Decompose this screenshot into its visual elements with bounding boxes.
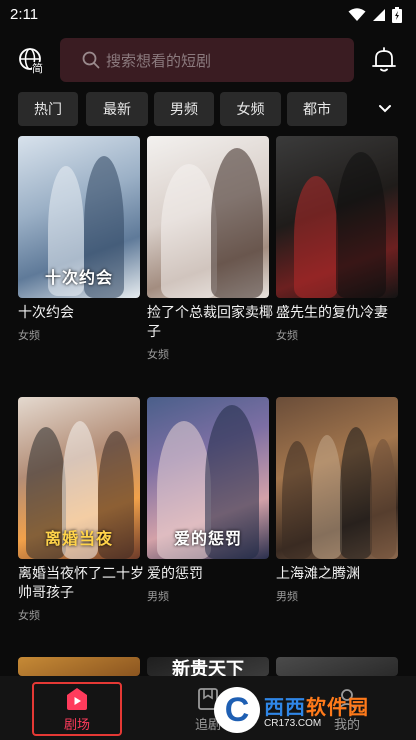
drama-card[interactable] [18, 657, 140, 676]
drama-poster[interactable] [18, 657, 140, 676]
drama-card[interactable]: 十次约会 十次约会 女频 [18, 136, 140, 343]
drama-poster[interactable] [276, 397, 398, 559]
search-icon [82, 51, 100, 69]
drama-poster[interactable]: 离婚当夜 [18, 397, 140, 559]
tab-hot[interactable]: 热门 [18, 92, 78, 126]
drama-card[interactable]: 盛先生的复仇冷妻 女频 [276, 136, 398, 343]
watermark-brand: 西西软件园 [264, 697, 369, 719]
tab-female[interactable]: 女频 [220, 92, 281, 126]
poster-title [276, 232, 398, 298]
drama-card[interactable]: 离婚当夜 离婚当夜怀了二十岁帅哥孩子 女频 [18, 397, 144, 623]
poster-title: 十次约会 [44, 270, 113, 287]
drama-title: 上海滩之腾渊 [276, 565, 360, 581]
drama-card[interactable]: 新贵天下 [147, 657, 269, 676]
wifi-icon [348, 8, 366, 22]
drama-card[interactable]: 上海滩之腾渊 男频 [276, 397, 398, 604]
search-bar[interactable] [60, 38, 354, 84]
drama-poster[interactable]: 十次约会 [18, 136, 140, 298]
bell-icon [372, 47, 396, 72]
poster-title: 爱的惩罚 [173, 531, 242, 548]
drama-poster[interactable] [276, 136, 398, 298]
poster-title [276, 657, 398, 676]
drama-title: 离婚当夜怀了二十岁帅哥孩子 [18, 565, 144, 600]
drama-poster[interactable]: 新贵天下 [147, 657, 269, 676]
top-header: 简 [0, 34, 416, 86]
search-input[interactable] [104, 38, 348, 84]
battery-icon [392, 7, 402, 23]
drama-title: 盛先生的复仇冷妻 [276, 304, 388, 320]
status-bar: 2:11 [0, 0, 416, 30]
drama-title: 爱的惩罚 [147, 565, 203, 581]
notification-button[interactable] [370, 46, 398, 74]
watermark-logo: C 西西软件园 CR173.COM [214, 684, 414, 736]
tab-urban[interactable]: 都市 [287, 92, 347, 126]
tabs-expand-button[interactable] [354, 92, 416, 126]
poster-title: 离婚当夜 [44, 531, 113, 548]
poster-title: 新贵天下 [172, 659, 244, 676]
drama-genre: 女频 [18, 610, 40, 622]
drama-card[interactable]: 捡了个总裁回家卖椰子 女频 [147, 136, 273, 362]
drama-poster[interactable] [276, 657, 398, 676]
language-button[interactable]: 简 [18, 47, 46, 75]
drama-genre: 女频 [276, 330, 298, 342]
drama-genre: 男频 [147, 591, 169, 603]
drama-title: 十次约会 [18, 304, 74, 320]
poster-title [147, 232, 269, 298]
drama-card[interactable]: 爱的惩罚 爱的惩罚 男频 [147, 397, 269, 604]
category-tabs: 热门 最新 男频 女频 都市 [0, 92, 416, 128]
poster-title [276, 493, 398, 559]
poster-title [18, 657, 140, 676]
drama-card[interactable] [276, 657, 398, 676]
watermark-mark: C [214, 687, 260, 733]
drama-title: 捡了个总裁回家卖椰子 [147, 304, 273, 339]
chevron-down-icon [379, 105, 391, 113]
drama-genre: 男频 [276, 591, 298, 603]
drama-poster[interactable]: 爱的惩罚 [147, 397, 269, 559]
drama-poster[interactable] [147, 136, 269, 298]
language-badge: 简 [32, 63, 43, 75]
drama-genre: 女频 [18, 330, 40, 342]
active-tab-highlight [32, 682, 122, 736]
tab-male[interactable]: 男频 [154, 92, 214, 126]
status-time: 2:11 [10, 6, 39, 23]
drama-genre: 女频 [147, 349, 169, 361]
signal-icon [372, 8, 386, 22]
tab-latest[interactable]: 最新 [86, 92, 148, 126]
